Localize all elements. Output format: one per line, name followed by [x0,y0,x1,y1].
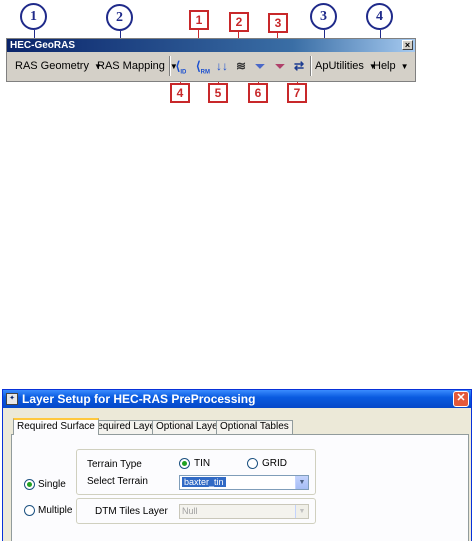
menu-aputilities-label: ApUtilities [315,60,364,72]
dtm-tiles-value: Null [182,506,198,516]
callout-box-3: 3 [268,13,288,33]
elevation-profile-icon: ⏷ [255,59,265,73]
layer-setup-dialog: Layer Setup for HEC-RAS PreProcessing ✦ … [2,389,472,541]
dialog-close-button[interactable]: ✕ [453,391,469,407]
multiple-terrain-group: DTM Tiles Layer Null ▼ [76,498,316,524]
dtm-tiles-label: DTM Tiles Layer [95,506,168,517]
menu-ras-geometry[interactable]: RAS Geometry ▼ [13,56,104,76]
tool-refresh[interactable]: ⇄ [289,55,309,77]
multiple-radio[interactable] [24,505,35,516]
single-terrain-group: Terrain Type TIN GRID Select Terrain bax… [76,449,316,495]
assign-river-id-icon: ⟨ID [175,59,187,76]
flow-direction-icon: ↓↓ [216,59,228,73]
menu-help-label: Help [373,60,396,72]
toolbar-close-button[interactable]: × [402,40,413,50]
callout-box-7: 7 [287,83,307,103]
callout-circle-4: 4 [366,3,393,30]
callout-box-6: 6 [248,83,268,103]
callout-circle-2: 2 [106,4,133,31]
tin-radio[interactable] [179,458,190,469]
select-terrain-value: baxter_tin [182,477,226,487]
required-surface-panel: Single Terrain Type TIN GRID Select Terr… [11,434,469,541]
single-label: Single [38,479,66,490]
dropdown-arrow-icon: ▼ [400,62,409,71]
multiple-label: Multiple [38,505,73,516]
callout-circle-1: 1 [20,3,47,30]
terrain-type-label: Terrain Type [87,459,142,470]
toolbar-separator [310,56,312,76]
refresh-icon: ⇄ [293,59,305,73]
menu-aputilities[interactable]: ApUtilities ▼ [313,56,379,76]
callout-box-5: 5 [208,83,228,103]
assign-river-station-icon: ⟨RM [195,59,211,76]
callout-box-4: 4 [170,83,190,103]
dtm-tiles-combo[interactable]: Null ▼ [179,504,309,519]
tool-elevation-profile[interactable]: ⏷ [250,55,270,77]
select-terrain-label: Select Terrain [87,476,148,487]
dialog-titlebar[interactable]: Layer Setup for HEC-RAS PreProcessing [3,390,471,408]
app-icon: ✦ [6,393,18,405]
grid-radio[interactable] [247,458,258,469]
select-terrain-combo[interactable]: baxter_tin ▼ [179,475,309,490]
chevron-down-icon[interactable]: ▼ [295,505,308,518]
toolbar-titlebar[interactable]: HEC-GeoRAS [7,39,415,52]
toolbar-title: HEC-GeoRAS [10,40,76,51]
tool-profile-3d[interactable]: ⏷ [270,55,290,77]
menu-ras-geometry-label: RAS Geometry [15,60,89,72]
menu-help[interactable]: Help ▼ [371,56,411,76]
single-radio[interactable] [24,479,35,490]
close-icon: ✕ [456,392,466,404]
chevron-down-icon[interactable]: ▼ [295,476,308,489]
cross-section-lines-icon: ≋ [235,59,247,73]
tab-required-surface[interactable]: Required Surface [13,418,99,435]
tab-optional-tables[interactable]: Optional Tables [216,420,293,434]
callout-box-1: 1 [189,10,209,30]
grid-label: GRID [262,458,287,469]
close-icon: × [404,40,411,50]
profile-3d-icon: ⏷ [275,59,285,73]
hec-georas-toolbar: HEC-GeoRAS × RAS Geometry ▼ RAS Mapping ▼ … [6,38,416,82]
tool-assign-river-id[interactable]: ⟨ID [171,55,191,77]
callout-circle-3: 3 [310,3,337,30]
menu-ras-mapping-label: RAS Mapping [97,60,165,72]
menu-ras-mapping[interactable]: RAS Mapping ▼ [95,56,180,76]
callout-box-2: 2 [229,12,249,32]
tool-cross-section-lines[interactable]: ≋ [231,55,251,77]
tin-label: TIN [194,458,211,469]
dialog-title: Layer Setup for HEC-RAS PreProcessing [22,392,256,406]
